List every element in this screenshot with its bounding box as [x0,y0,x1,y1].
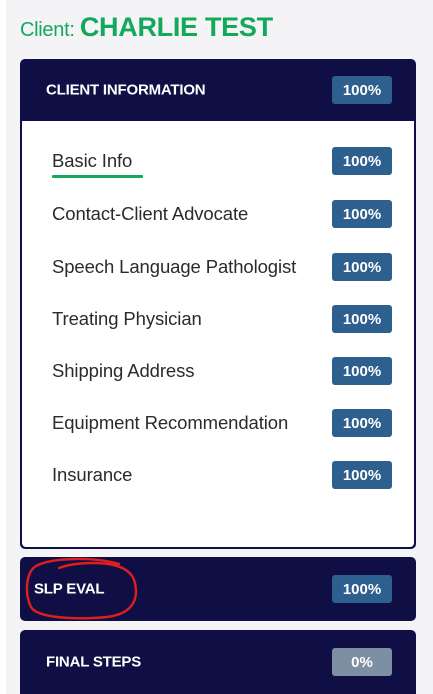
left-edge-strip [0,0,6,694]
final-steps-header[interactable]: FINAL STEPS 0% [20,630,416,694]
nav-item-shipping-address[interactable]: Shipping Address 100% [22,349,414,393]
client-information-percent-badge: 100% [332,76,392,104]
client-information-panel: CLIENT INFORMATION 100% Basic Info 100% … [20,59,416,549]
client-name: CHARLIE TEST [79,12,273,42]
nav-item-label: Equipment Recommendation [52,412,289,433]
nav-item-contact-client-advocate[interactable]: Contact-Client Advocate 100% [22,192,414,236]
nav-item-percent-badge: 100% [332,147,392,175]
client-label: Client: [20,19,80,41]
nav-item-percent-badge: 100% [332,200,392,228]
nav-item-basic-info[interactable]: Basic Info 100% [22,139,414,183]
app-root: Client: CHARLIE TEST CLIENT INFORMATION … [0,0,433,694]
final-steps-title: FINAL STEPS [46,653,142,671]
page-title: Client: CHARLIE TEST [20,12,273,43]
nav-item-percent-badge: 100% [332,253,392,281]
nav-item-equipment-recommendation[interactable]: Equipment Recommendation 100% [22,401,414,445]
nav-item-insurance[interactable]: Insurance 100% [22,453,414,497]
slp-eval-title: SLP EVAL [34,580,105,598]
nav-item-percent-badge: 100% [332,305,392,333]
nav-item-label: Shipping Address [52,360,195,381]
client-information-title: CLIENT INFORMATION [46,81,206,99]
final-steps-panel[interactable]: FINAL STEPS 0% [20,630,416,694]
nav-item-speech-language-pathologist[interactable]: Speech Language Pathologist 100% [22,245,414,289]
nav-item-label: Speech Language Pathologist [52,256,297,277]
nav-item-label: Treating Physician [52,308,202,329]
final-steps-percent-badge: 0% [332,648,392,676]
client-information-header[interactable]: CLIENT INFORMATION 100% [20,59,416,121]
slp-eval-header[interactable]: SLP EVAL 100% [20,557,416,621]
client-information-items: Basic Info 100% Contact-Client Advocate … [22,121,414,547]
active-item-underline [52,175,143,178]
nav-item-percent-badge: 100% [332,461,392,489]
nav-item-percent-badge: 100% [332,357,392,385]
nav-item-percent-badge: 100% [332,409,392,437]
nav-item-treating-physician[interactable]: Treating Physician 100% [22,297,414,341]
nav-item-label: Basic Info [52,150,133,171]
slp-eval-percent-badge: 100% [332,575,392,603]
nav-item-label: Contact-Client Advocate [52,203,249,224]
nav-item-label: Insurance [52,464,133,485]
slp-eval-panel[interactable]: SLP EVAL 100% [20,557,416,621]
